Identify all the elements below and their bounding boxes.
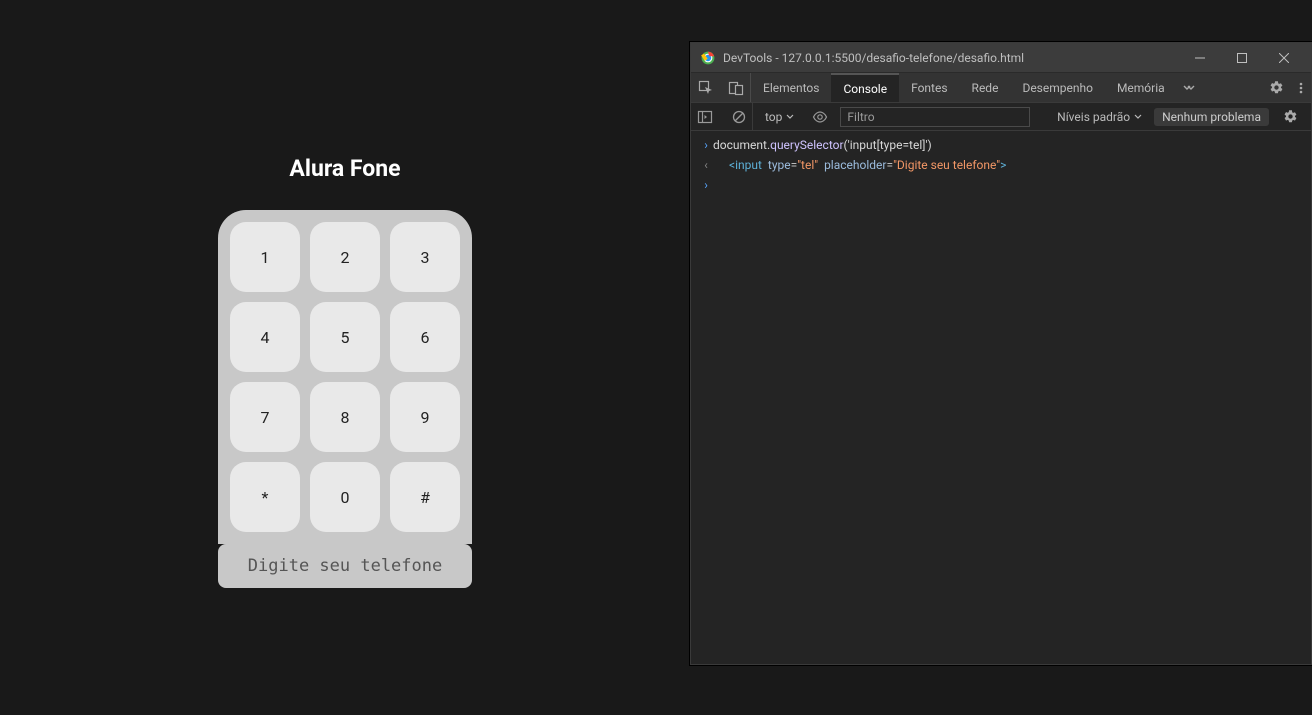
more-tabs-icon[interactable] xyxy=(1177,73,1201,102)
console-filter-input[interactable] xyxy=(840,107,1030,127)
tab-console[interactable]: Console xyxy=(831,73,899,102)
keypad-key-0[interactable]: 0 xyxy=(310,462,380,532)
settings-gear-icon[interactable] xyxy=(1261,73,1291,102)
chevron-down-icon xyxy=(786,113,794,121)
page-title: Alura Fone xyxy=(289,155,400,182)
keypad-key-3[interactable]: 3 xyxy=(390,222,460,292)
tab-elementos[interactable]: Elementos xyxy=(751,73,831,102)
eye-icon[interactable] xyxy=(806,103,834,131)
console-settings-gear-icon[interactable] xyxy=(1275,109,1305,124)
window-titlebar[interactable]: DevTools - 127.0.0.1:5500/desafio-telefo… xyxy=(691,43,1311,73)
keypad: 1 2 3 4 5 6 7 8 9 * 0 # xyxy=(218,210,472,544)
inspect-element-icon[interactable] xyxy=(691,73,721,102)
keypad-key-hash[interactable]: # xyxy=(390,462,460,532)
phone-number-input[interactable] xyxy=(222,548,468,584)
tok-attr2: placeholder xyxy=(824,158,886,172)
tok-attr1: type xyxy=(768,158,791,172)
tab-rede[interactable]: Rede xyxy=(960,73,1011,102)
keypad-key-8[interactable]: 8 xyxy=(310,382,380,452)
keypad-key-9[interactable]: 9 xyxy=(390,382,460,452)
context-label: top xyxy=(765,110,782,124)
tab-memoria[interactable]: Memória xyxy=(1105,73,1177,102)
input-chevron-icon: › xyxy=(699,135,713,155)
clear-console-icon[interactable] xyxy=(725,103,753,131)
kebab-menu-icon[interactable] xyxy=(1291,73,1311,102)
levels-label: Níveis padrão xyxy=(1057,110,1130,124)
keypad-key-star[interactable]: * xyxy=(230,462,300,532)
console-input-code: document.querySelector('input[type=tel]'… xyxy=(713,135,932,155)
window-title: DevTools - 127.0.0.1:5500/desafio-telefo… xyxy=(723,51,1175,65)
issues-button[interactable]: Nenhum problema xyxy=(1154,108,1269,126)
console-toolbar: top Níveis padrão Nenhum problema xyxy=(691,103,1311,131)
console-output-code[interactable]: <input type="tel" placeholder="Digite se… xyxy=(713,155,1006,175)
tok-val1: "tel" xyxy=(797,158,818,172)
chevron-down-icon xyxy=(1134,113,1142,121)
log-levels-selector[interactable]: Níveis padrão xyxy=(1051,110,1148,124)
console-sidebar-toggle-icon[interactable] xyxy=(691,103,719,131)
tok-open: <input xyxy=(729,158,762,172)
console-output-row: ‹ <input type="tel" placeholder="Digite … xyxy=(691,155,1311,175)
keypad-key-5[interactable]: 5 xyxy=(310,302,380,372)
tab-desempenho[interactable]: Desempenho xyxy=(1010,73,1105,102)
window-minimize-button[interactable] xyxy=(1183,47,1217,69)
phone-input-container xyxy=(218,544,472,588)
devtools-tabs: Elementos Console Fontes Rede Desempenho… xyxy=(691,73,1311,103)
prompt-chevron-icon: › xyxy=(699,175,713,195)
code-method: querySelector xyxy=(770,138,843,152)
code-prefix: document. xyxy=(713,138,770,152)
phone-app: Alura Fone 1 2 3 4 5 6 7 8 9 * 0 # xyxy=(0,0,690,715)
keypad-key-1[interactable]: 1 xyxy=(230,222,300,292)
keypad-key-4[interactable]: 4 xyxy=(230,302,300,372)
console-context-selector[interactable]: top xyxy=(759,103,800,130)
chrome-icon xyxy=(701,51,715,65)
tab-fontes[interactable]: Fontes xyxy=(899,73,959,102)
console-prompt-row[interactable]: › xyxy=(691,175,1311,195)
keypad-key-6[interactable]: 6 xyxy=(390,302,460,372)
keypad-key-7[interactable]: 7 xyxy=(230,382,300,452)
tok-val2: "Digite seu telefone" xyxy=(893,158,1000,172)
window-maximize-button[interactable] xyxy=(1225,47,1259,69)
tok-close: > xyxy=(1000,158,1006,172)
code-args: ('input[type=tel]') xyxy=(844,138,932,152)
keypad-key-2[interactable]: 2 xyxy=(310,222,380,292)
output-chevron-icon: ‹ xyxy=(699,155,713,175)
device-toolbar-icon[interactable] xyxy=(721,73,751,102)
console-body[interactable]: › document.querySelector('input[type=tel… xyxy=(691,131,1311,664)
window-close-button[interactable] xyxy=(1267,47,1301,69)
devtools-window: DevTools - 127.0.0.1:5500/desafio-telefo… xyxy=(690,42,1312,665)
console-input-row: › document.querySelector('input[type=tel… xyxy=(691,135,1311,155)
